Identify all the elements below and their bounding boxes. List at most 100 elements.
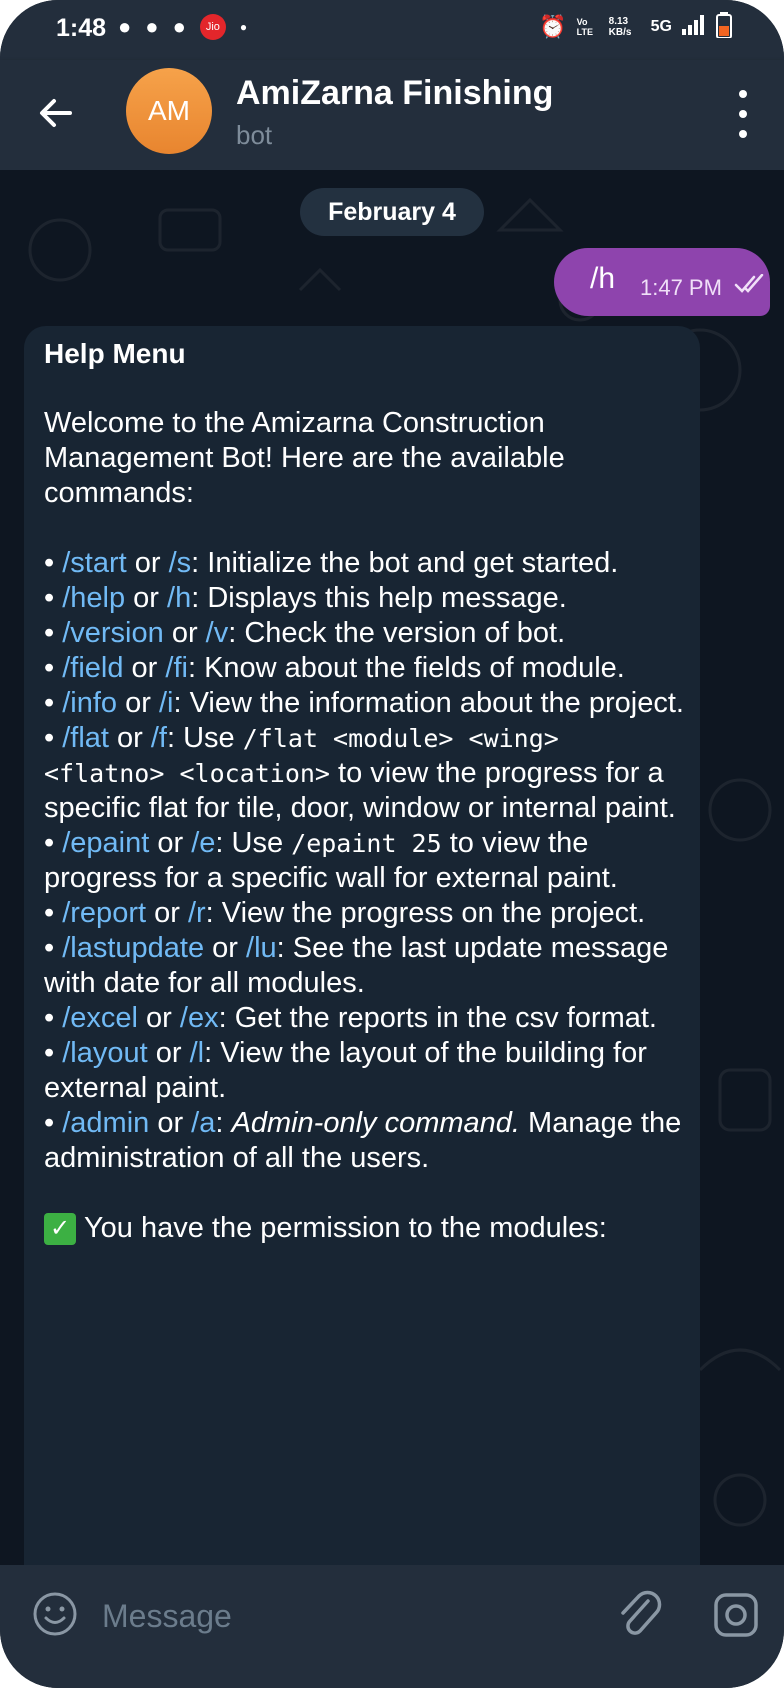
volte-label: Vo LTE [576,16,593,37]
date-separator: February 4 [300,188,484,236]
command-desc: : View the information about the project… [173,687,684,719]
command-item: • /layout or /l: View the layout of the … [44,1036,684,1106]
command-item: • /flat or /f: Use /flat <module> <wing>… [44,721,684,826]
phone-frame: 1:48 ● ● ● Jio ● ⏰ Vo LTE 8.13 KB/s 5G A… [0,0,784,1688]
notification-icons: ● ● ● Jio ● [118,14,247,40]
menu-dot [739,130,747,138]
command-link[interactable]: /admin [62,1107,149,1139]
message-input[interactable] [100,1585,584,1647]
command-alias-link[interactable]: /v [206,617,229,649]
command-link[interactable]: /layout [62,1037,147,1069]
network-label: 5G [650,17,672,35]
or-text: or [146,897,188,929]
message-body: Help Menu Welcome to the Amizarna Constr… [44,336,684,1246]
command-list: • /start or /s: Initialize the bot and g… [44,546,684,1176]
check-emoji-icon: ✓ [44,1213,76,1246]
double-check-icon [734,274,764,293]
message-intro: Welcome to the Amizarna Construction Man… [44,407,565,509]
command-alias-link[interactable]: /lu [246,932,277,964]
paperclip-icon [621,1590,662,1635]
command-desc: : Know about the fields of module. [187,652,625,684]
command-alias-link[interactable]: /h [167,582,191,614]
or-text: or [149,827,192,859]
command-alias-link[interactable]: /f [151,722,167,754]
command-link[interactable]: /excel [62,1002,138,1034]
command-item: • /admin or /a: Admin-only command. Mana… [44,1106,684,1176]
command-desc: : Check the version of bot. [228,617,566,649]
data-speed: 8.13 KB/s [608,15,632,38]
command-alias-link[interactable]: /ex [180,1002,219,1034]
command-item: • /help or /h: Displays this help messag… [44,581,684,616]
or-text: or [163,617,206,649]
command-alias-link[interactable]: /s [169,547,192,579]
outgoing-text: /h [590,262,616,295]
command-alias-link[interactable]: /e [191,827,215,859]
avatar[interactable]: AM [126,68,212,154]
jio-icon: Jio [199,14,226,40]
command-item: • /info or /i: View the information abou… [44,686,684,721]
more-notifications-icon: ● [239,20,248,34]
command-link[interactable]: /epaint [62,827,149,859]
permission-text: You have the permission to the modules: [84,1212,607,1244]
command-desc: : Use [167,722,243,754]
signal-icon [682,15,706,38]
command-alias-link[interactable]: /a [191,1107,215,1139]
or-text: or [117,687,159,719]
command-link[interactable]: /start [62,547,126,579]
snapchat-icon: ● [118,14,132,39]
command-alias-link[interactable]: /fi [165,652,188,684]
message-title: Help Menu [44,338,186,369]
command-link[interactable]: /version [62,617,164,649]
bullet: • [44,722,63,754]
or-text: or [123,652,166,684]
emoji-button[interactable] [30,1589,80,1639]
outgoing-time: 1:47 PM [640,275,722,300]
chat-icon: ● [145,14,159,39]
app-icon: ● [172,14,186,39]
command-item: • /field or /fi: Know about the fields o… [44,651,684,686]
command-item: • /lastupdate or /lu: See the last updat… [44,931,684,1001]
bullet: • [44,1107,63,1139]
more-options-button[interactable] [728,90,758,138]
command-item: • /epaint or /e: Use /epaint 25 to view … [44,826,684,896]
composer-bar [0,1565,784,1688]
status-right-icons: ⏰ Vo LTE 8.13 KB/s 5G [539,12,732,41]
or-text: or [125,582,168,614]
command-italic: Admin-only command. [231,1107,520,1139]
chat-title[interactable]: AmiZarna Finishing [236,74,553,113]
command-link[interactable]: /help [62,582,125,614]
command-desc: : View the progress on the project. [205,897,646,929]
command-alias-link[interactable]: /i [159,687,174,719]
status-bar: 1:48 ● ● ● Jio ● ⏰ Vo LTE 8.13 KB/s 5G [0,0,784,60]
or-text: or [147,1037,190,1069]
bullet: • [44,1002,63,1034]
or-text: or [108,722,151,754]
smiley-icon [33,1592,77,1636]
outgoing-message[interactable]: /h 1:47 PM [554,248,770,316]
command-code: /epaint 25 [291,829,442,858]
back-button[interactable] [32,88,82,138]
menu-dot [739,110,747,118]
incoming-message[interactable]: Help Menu Welcome to the Amizarna Constr… [24,326,700,1565]
command-link[interactable]: /field [62,652,123,684]
command-alias-link[interactable]: /r [188,897,206,929]
command-link[interactable]: /report [62,897,146,929]
or-text: or [204,932,247,964]
chat-subtitle: bot [236,120,273,150]
command-link[interactable]: /info [62,687,117,719]
command-item: • /start or /s: Initialize the bot and g… [44,546,684,581]
command-alias-link[interactable]: /l [190,1037,205,1069]
chat-area[interactable]: February 4 /h 1:47 PM Help Menu Welcome … [0,170,784,1565]
back-arrow-icon [40,99,72,127]
attach-button[interactable] [614,1587,666,1643]
command-link[interactable]: /flat [62,722,109,754]
camera-button[interactable] [710,1589,762,1641]
status-time: 1:48 [56,14,107,42]
or-text: or [126,547,169,579]
command-desc: : Initialize the bot and get started. [191,547,619,579]
menu-dot [739,90,747,98]
command-desc: : [215,1107,232,1139]
command-link[interactable]: /lastupdate [62,932,204,964]
bullet: • [44,582,63,614]
or-text: or [149,1107,192,1139]
